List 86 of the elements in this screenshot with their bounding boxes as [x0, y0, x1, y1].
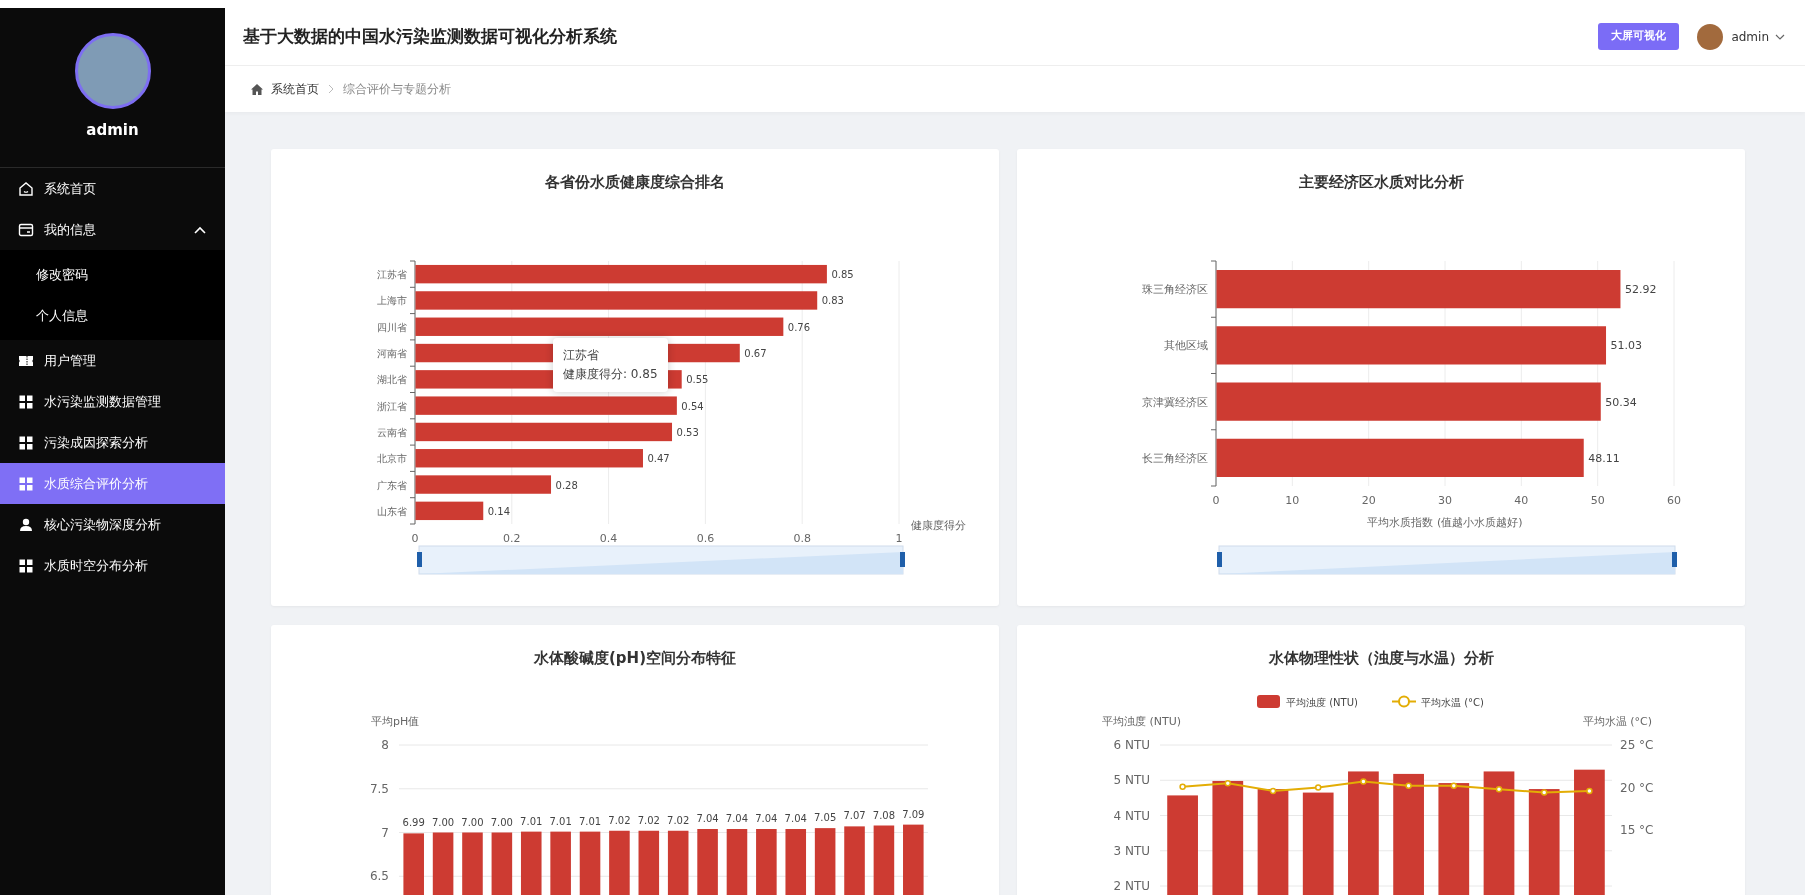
value-label: 0.14	[487, 505, 511, 517]
value-label: 0.85	[831, 269, 854, 281]
tick-label: 0.2	[503, 532, 521, 545]
axis-title: 平均pH值	[371, 715, 420, 728]
tick-label: 20 °C	[1620, 780, 1654, 795]
tick-label: 7	[381, 825, 389, 840]
category-label: 浙江省	[377, 400, 407, 412]
category-label: 北京市	[377, 453, 407, 465]
value-label: 0.83	[821, 295, 844, 307]
tick-label: 5 NTU	[1113, 773, 1150, 788]
chart-title: 各省份水质健康度综合排名	[544, 172, 726, 193]
tick-label: 6 NTU	[1113, 738, 1150, 752]
category-label: 山东省	[377, 505, 407, 517]
tick-label: 0.4	[599, 532, 618, 545]
value-label: 7.07	[843, 810, 866, 822]
tick-label: 25 °C	[1620, 738, 1654, 752]
legend-label: 平均水温 (°C)	[1421, 697, 1485, 708]
tick-label: 8	[381, 738, 389, 752]
axis-title: 健康度得分	[911, 519, 966, 532]
value-label: 0.54	[681, 400, 704, 412]
tick-label: 60	[1667, 494, 1681, 507]
category-label: 珠三角经济区	[1142, 283, 1208, 297]
value-label: 7.02	[667, 814, 690, 826]
tick-label: 2 NTU	[1113, 879, 1150, 893]
value-label: 7.04	[725, 813, 749, 824]
value-label: 0.28	[555, 479, 578, 491]
app-title: 基于大数据的中国水污染监测数据可视化分析系统	[243, 24, 617, 48]
value-label: 0.55	[686, 374, 709, 386]
user-name: admin	[86, 120, 139, 142]
value-label: 7.02	[637, 814, 660, 826]
category-label: 其他区域	[1164, 339, 1208, 353]
value-label: 7.01	[549, 815, 572, 827]
category-label: 河南省	[377, 348, 407, 360]
value-label: 7.04	[696, 813, 719, 824]
value-label: 7.08	[872, 809, 896, 821]
tick-label: 0.6	[696, 532, 715, 545]
category-label: 广东省	[377, 479, 407, 491]
tick-label: 3 NTU	[1113, 843, 1150, 858]
category-label: 湖北省	[377, 374, 407, 386]
tick-label: 6.5	[369, 869, 389, 884]
tick-label: 20	[1361, 494, 1376, 507]
chart-title: 主要经济区水质对比分析	[1297, 172, 1465, 193]
tooltip-text: 健康度得分: 0.85	[563, 366, 658, 384]
category-label: 云南省	[377, 426, 407, 438]
legend-label: 平均浊度 (NTU)	[1286, 697, 1358, 708]
tick-label: 0	[1212, 494, 1220, 507]
value-label: 50.34	[1605, 395, 1637, 409]
tick-label: 0.8	[793, 532, 811, 545]
value-label: 6.99	[402, 817, 425, 829]
category-label: 长三角经济区	[1142, 451, 1208, 465]
tick-label: 1	[895, 532, 903, 545]
value-label: 48.11	[1588, 451, 1620, 465]
value-label: 52.92	[1624, 283, 1657, 297]
tick-label: 7.5	[369, 781, 389, 796]
value-label: 7.09	[902, 808, 925, 820]
tick-label: 15 °C	[1620, 823, 1654, 837]
value-label: 7.00	[461, 816, 484, 828]
tooltip-title: 江苏省	[563, 347, 600, 364]
tick-label: 4 NTU	[1113, 808, 1150, 823]
category-label: 江苏省	[377, 269, 407, 281]
chart-title: 水体物理性状（浊度与水温）分析	[1267, 648, 1495, 669]
value-label: 0.53	[676, 426, 699, 438]
value-label: 51.03	[1610, 339, 1643, 353]
axis-title: 平均水质指数 (值越小水质越好)	[1367, 516, 1523, 529]
value-label: 7.02	[608, 814, 631, 826]
value-label: 7.04	[784, 813, 807, 824]
value-label: 0.76	[787, 321, 811, 333]
axis-title: 平均水温 (°C)	[1582, 715, 1652, 728]
tick-label: 30	[1438, 494, 1452, 507]
value-label: 7.00	[431, 816, 455, 828]
tick-label: 10	[1285, 494, 1300, 507]
value-label: 7.01	[578, 815, 602, 827]
category-label: 上海市	[377, 295, 407, 307]
category-label: 京津冀经济区	[1142, 395, 1208, 409]
axis-title: 平均浊度 (NTU)	[1102, 715, 1182, 728]
value-label: 7.00	[490, 816, 513, 828]
category-label: 四川省	[377, 321, 407, 333]
value-label: 7.04	[755, 813, 778, 824]
tick-label: 40	[1514, 494, 1529, 507]
tick-label: 50	[1590, 494, 1605, 507]
value-label: 0.47	[647, 453, 670, 465]
value-label: 7.01	[520, 815, 543, 827]
value-label: 7.05	[814, 812, 837, 824]
tick-label: 0	[411, 532, 419, 545]
chart-title: 水体酸碱度(pH)空间分布特征	[533, 648, 737, 669]
value-label: 0.67	[744, 348, 767, 360]
